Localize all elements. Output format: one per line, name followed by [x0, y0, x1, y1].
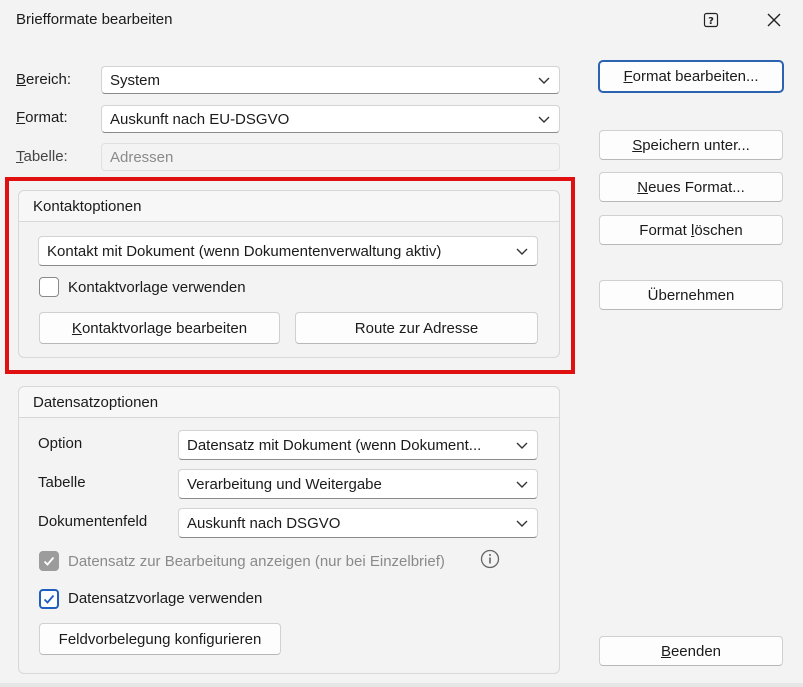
format-value: Auskunft nach EU-DSGVO [110, 110, 290, 128]
checkmark-icon [43, 556, 55, 566]
datensatz-tabelle-label: Tabelle [38, 474, 86, 491]
svg-text:?: ? [708, 16, 714, 27]
tabelle-value: Adressen [110, 148, 174, 166]
datensatzvorlage-checkbox[interactable] [39, 589, 59, 609]
bereich-value: System [110, 71, 161, 89]
close-button[interactable] [761, 8, 787, 32]
chevron-down-icon [515, 516, 529, 530]
datensatz-tabelle-value: Verarbeitung und Weitergabe [187, 475, 382, 493]
window-bottom-edge [0, 683, 803, 687]
datensatzoptionen-header: Datensatzoptionen [19, 387, 559, 418]
info-icon[interactable] [480, 549, 500, 569]
checkmark-icon [43, 594, 55, 604]
highlight-frame [5, 177, 575, 374]
help-icon: ? [703, 12, 719, 28]
beenden-button[interactable]: Beenden [599, 636, 783, 666]
speichern-unter-button[interactable]: Speichern unter... [599, 130, 783, 160]
uebernehmen-button[interactable]: Übernehmen [599, 280, 783, 310]
tabelle-label: Tabelle: [16, 148, 68, 165]
dokumentenfeld-value: Auskunft nach DSGVO [187, 514, 341, 532]
datensatz-tabelle-select[interactable]: Verarbeitung und Weitergabe [178, 469, 538, 499]
neues-format-button[interactable]: Neues Format... [599, 172, 783, 202]
datensatzvorlage-label: Datensatzvorlage verwenden [68, 590, 263, 607]
option-label: Option [38, 435, 83, 452]
close-icon [767, 13, 781, 27]
datensatz-anzeigen-checkbox [39, 551, 59, 571]
dokumentenfeld-label: Dokumentenfeld [38, 513, 148, 530]
format-label: Format: [16, 109, 68, 126]
chevron-down-icon [537, 73, 551, 87]
help-button[interactable]: ? [701, 10, 721, 30]
option-select[interactable]: Datensatz mit Dokument (wenn Dokument... [178, 430, 538, 460]
feldvorbelegung-button[interactable]: Feldvorbelegung konfigurieren [39, 623, 281, 655]
chevron-down-icon [515, 438, 529, 452]
format-loeschen-button[interactable]: Format l öschen [599, 215, 783, 245]
tabelle-field: Adressen [101, 143, 560, 171]
bereich-select[interactable]: System [101, 66, 560, 94]
chevron-down-icon [515, 477, 529, 491]
format-select[interactable]: Auskunft nach EU-DSGVO [101, 105, 560, 133]
format-bearbeiten-button[interactable]: Format bearbeiten... [598, 60, 784, 93]
chevron-down-icon [537, 112, 551, 126]
option-value: Datensatz mit Dokument (wenn Dokument... [187, 436, 482, 454]
datensatz-anzeigen-label: Datensatz zur Bearbeitung anzeigen (nur … [68, 553, 445, 570]
dialog-title: Briefformate bearbeiten [16, 11, 173, 28]
bereich-label: Bereich: [16, 71, 72, 88]
dokumentenfeld-select[interactable]: Auskunft nach DSGVO [178, 508, 538, 538]
